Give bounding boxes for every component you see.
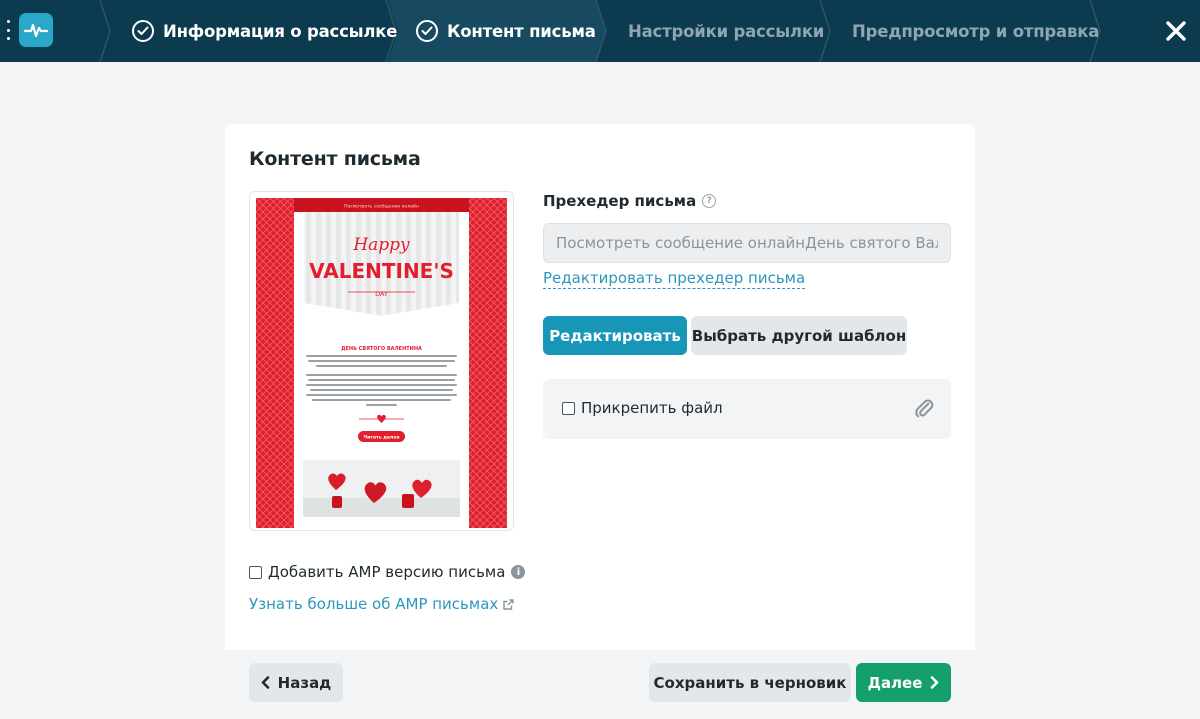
step-content[interactable]: Контент письма [416, 0, 596, 62]
email-preview-image: Посмотреть сообщение онлайн Happy VALENT… [256, 198, 507, 528]
choose-template-button[interactable]: Выбрать другой шаблон [691, 316, 907, 355]
amp-learn-more-link[interactable]: Узнать больше об AMP письмах [249, 595, 514, 613]
step-label: Информация о рассылке [163, 21, 398, 41]
check-circle-icon [416, 20, 438, 42]
content-card: Контент письма Посмотреть сообщение онла… [225, 124, 975, 716]
preheader-label: Прехедер письма [543, 192, 697, 210]
check-circle-icon [132, 20, 154, 42]
preview-heading: ДЕНЬ СВЯТОГО ВАЛЕНТИНА [341, 346, 422, 352]
step-info[interactable]: Информация о рассылке [132, 0, 397, 62]
attach-file-label: Прикрепить файл [581, 399, 723, 417]
paperclip-icon[interactable] [913, 397, 935, 419]
chevron-left-icon [261, 676, 269, 689]
preheader-label-row: Прехедер письма ? [543, 192, 717, 210]
amp-label: Добавить AMP версию письма [268, 563, 506, 581]
edit-button[interactable]: Редактировать [543, 316, 687, 355]
close-icon[interactable] [1163, 18, 1189, 44]
help-icon[interactable]: ? [702, 194, 717, 208]
chevron-right-icon [931, 676, 939, 689]
attach-file-panel: Прикрепить файл [543, 379, 951, 439]
back-label: Назад [277, 673, 332, 692]
next-label: Далее [867, 673, 923, 692]
amp-learn-more-label: Узнать больше об AMP письмах [249, 595, 499, 613]
step-preview-send[interactable]: Предпросмотр и отправка [852, 0, 1099, 62]
edit-preheader-link[interactable]: Редактировать прехедер письма [543, 269, 806, 289]
info-icon[interactable]: i [511, 565, 526, 579]
preview-top-link: Посмотреть сообщение онлайн [344, 203, 419, 210]
attach-file-checkbox[interactable] [562, 402, 575, 415]
preheader-input[interactable] [543, 223, 951, 263]
back-button[interactable]: Назад [249, 663, 343, 702]
wizard-header: Информация о рассылке Контент письма Нас… [0, 0, 1200, 62]
save-draft-button[interactable]: Сохранить в черновик [649, 663, 851, 702]
external-link-icon [503, 598, 514, 610]
step-label: Настройки рассылки [628, 21, 825, 41]
step-label: Контент письма [447, 21, 596, 41]
step-settings[interactable]: Настройки рассылки [628, 0, 824, 62]
preview-hero-sub: DAY [375, 290, 388, 298]
amp-row: Добавить AMP версию письма i [249, 563, 526, 581]
card-footer: Назад Сохранить в черновик Далее [225, 650, 975, 716]
preview-read-more: Читать далее [363, 435, 399, 441]
section-title: Контент письма [249, 148, 421, 170]
preview-hero-main: VALENTINE'S [309, 259, 454, 283]
email-preview[interactable]: Посмотреть сообщение онлайн Happy VALENT… [249, 191, 514, 531]
next-button[interactable]: Далее [856, 663, 951, 702]
amp-checkbox[interactable] [249, 565, 262, 579]
preview-hero-script: Happy [352, 235, 410, 255]
step-label: Предпросмотр и отправка [852, 21, 1100, 41]
